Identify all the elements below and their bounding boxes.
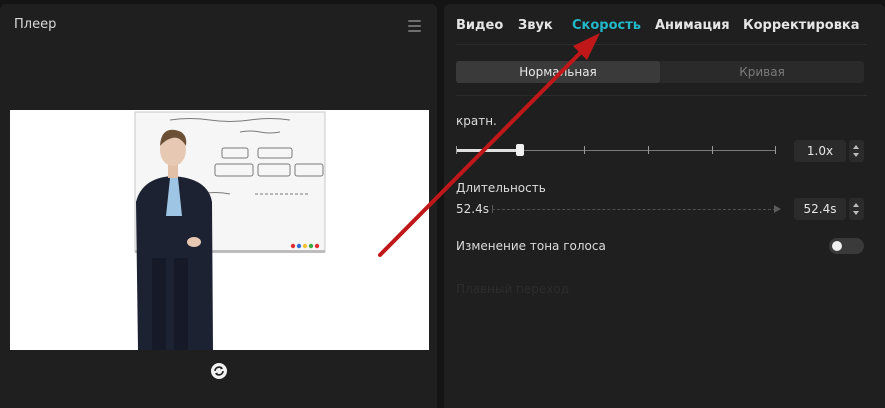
inspector-panel: Видео Звук Скорость Анимация Корректиров… xyxy=(444,4,885,408)
toggle-knob xyxy=(832,241,842,251)
smooth-transition-option: Плавный переход xyxy=(456,282,570,296)
tab-adjustment[interactable]: Корректировка xyxy=(743,18,860,33)
tab-bar: Видео Звук Скорость Анимация Корректиров… xyxy=(444,4,885,46)
speed-slider[interactable] xyxy=(456,144,776,156)
chevron-down-icon[interactable] xyxy=(853,211,859,215)
mode-normal-button[interactable]: Нормальная xyxy=(456,61,660,83)
slider-tick xyxy=(712,146,713,154)
speed-label: кратн. xyxy=(456,114,497,128)
mode-curve-button[interactable]: Кривая xyxy=(660,61,864,83)
slider-tick xyxy=(648,146,649,154)
tab-animation[interactable]: Анимация xyxy=(655,18,730,33)
speed-stepper[interactable] xyxy=(849,140,864,162)
duration-label: Длительность xyxy=(456,181,546,195)
video-preview xyxy=(10,110,429,350)
tab-audio[interactable]: Звук xyxy=(518,18,553,33)
player-panel: Плеер xyxy=(0,4,437,408)
player-title: Плеер xyxy=(14,17,57,32)
chevron-down-icon[interactable] xyxy=(853,153,859,157)
speed-slider-fill xyxy=(456,149,520,152)
player-header: Плеер xyxy=(0,4,437,46)
duration-from: 52.4s xyxy=(456,202,489,216)
slider-tick xyxy=(456,146,457,154)
speed-mode-switch: Нормальная Кривая xyxy=(456,61,864,83)
duration-dashed-line xyxy=(492,209,776,210)
slider-tick xyxy=(775,146,776,154)
slider-tick xyxy=(584,146,585,154)
tab-speed[interactable]: Скорость xyxy=(572,18,641,33)
duration-value-input[interactable]: 52.4s xyxy=(794,198,846,220)
chevron-up-icon[interactable] xyxy=(853,203,859,207)
hamburger-menu-icon[interactable] xyxy=(408,20,421,32)
duration-stepper[interactable] xyxy=(849,198,864,220)
tab-divider xyxy=(456,44,867,45)
loop-refresh-icon[interactable] xyxy=(210,362,228,380)
arrow-right-icon xyxy=(774,205,781,213)
speed-value-input[interactable]: 1.0x xyxy=(794,140,846,162)
section-divider xyxy=(456,95,867,96)
pitch-change-label: Изменение тона голоса xyxy=(456,239,606,253)
speed-slider-thumb[interactable] xyxy=(516,144,524,156)
pitch-change-toggle[interactable] xyxy=(829,238,864,254)
tab-video[interactable]: Видео xyxy=(456,18,503,33)
video-frame-image xyxy=(10,110,429,350)
chevron-up-icon[interactable] xyxy=(853,145,859,149)
